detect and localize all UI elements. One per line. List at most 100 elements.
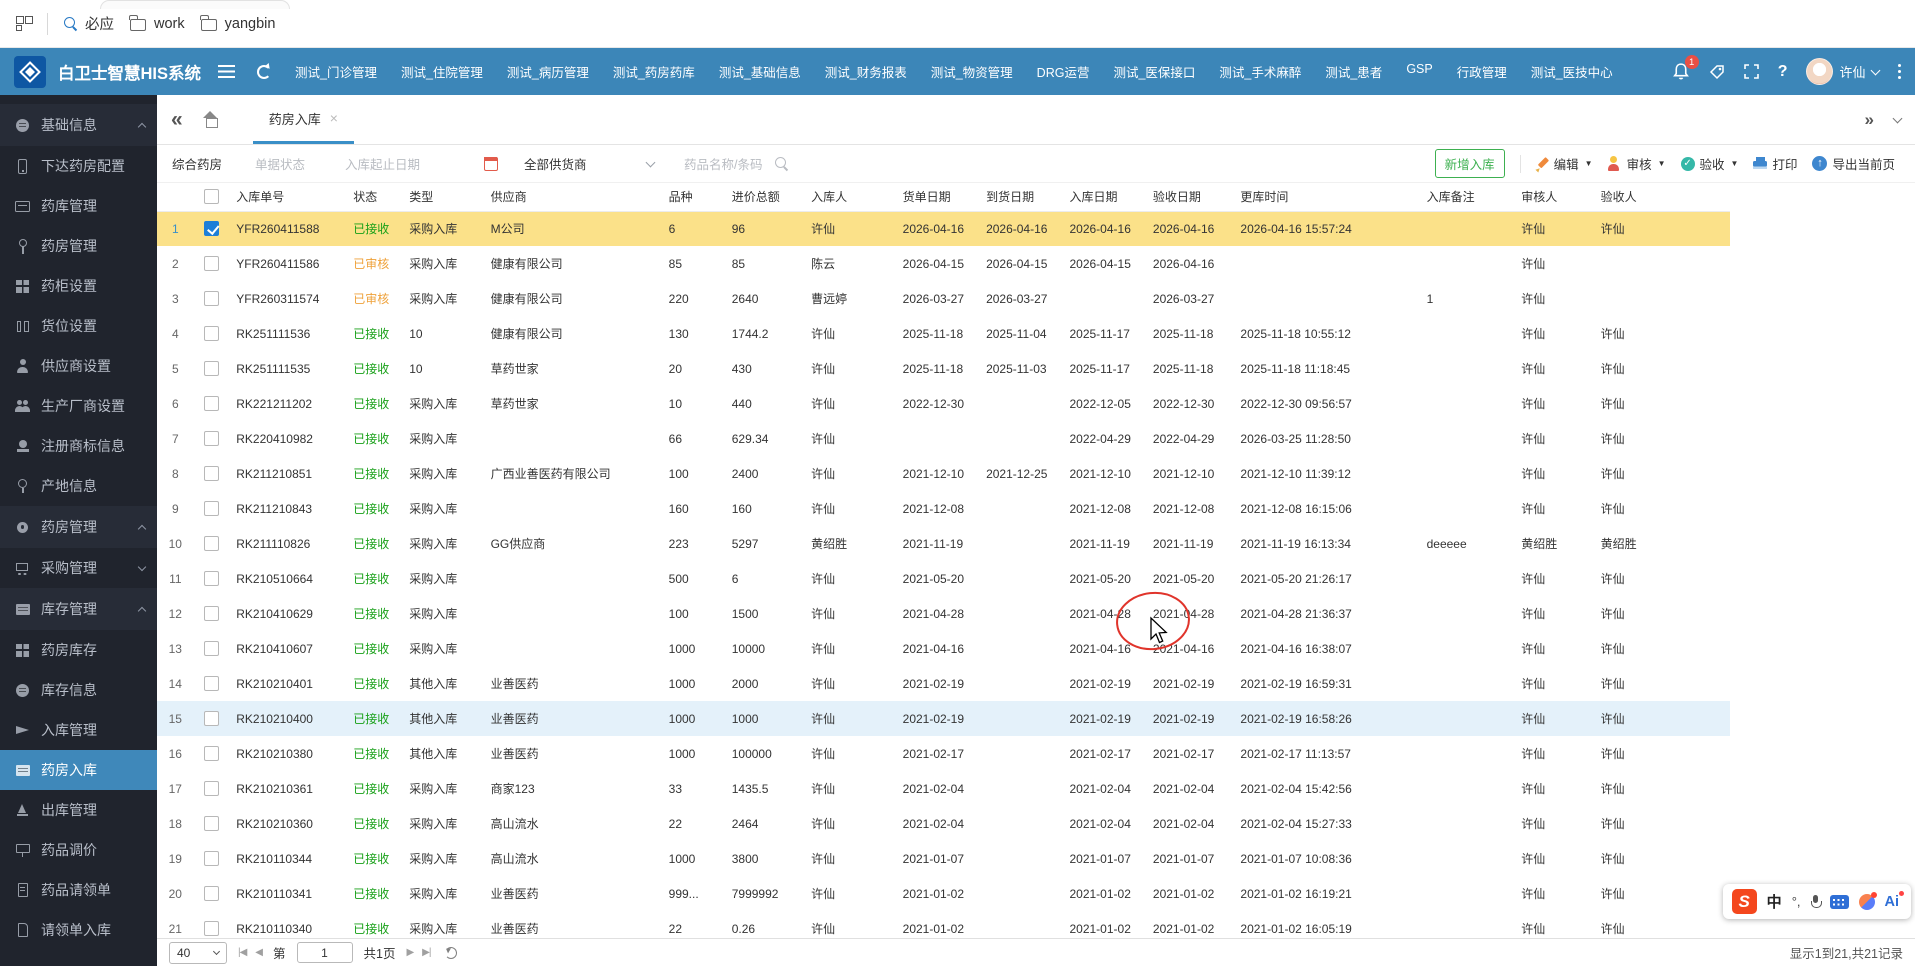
row-checkbox[interactable] bbox=[204, 711, 219, 726]
row-checkbox[interactable] bbox=[204, 781, 219, 796]
column-header[interactable]: 品种 bbox=[663, 183, 726, 211]
sidebar-item[interactable]: 药房库存 bbox=[0, 630, 157, 670]
nav-menu-item[interactable]: 测试_医技中心 bbox=[1531, 62, 1613, 81]
table-row[interactable]: 19RK210110344已接收采购入库高山流水10003800许仙2021-0… bbox=[157, 841, 1730, 876]
nav-menu-item[interactable]: 测试_药房药库 bbox=[613, 62, 695, 81]
microphone-icon[interactable] bbox=[1811, 895, 1820, 909]
select-all-checkbox[interactable] bbox=[204, 189, 219, 204]
column-header[interactable]: 入库单号 bbox=[230, 183, 347, 211]
user-menu[interactable]: 许仙 bbox=[1806, 58, 1878, 85]
table-row[interactable]: 9RK211210843已接收采购入库160160许仙2021-12-08202… bbox=[157, 491, 1730, 526]
row-checkbox[interactable] bbox=[204, 606, 219, 621]
row-checkbox[interactable] bbox=[204, 746, 219, 761]
export-button[interactable]: ↑ 导出当前页 bbox=[1812, 154, 1895, 173]
row-checkbox[interactable] bbox=[204, 221, 219, 236]
sidebar-item[interactable]: 供应商设置 bbox=[0, 346, 157, 386]
add-inbound-button[interactable]: 新增入库 bbox=[1435, 149, 1505, 178]
nav-menu-item[interactable]: 测试_基础信息 bbox=[719, 62, 801, 81]
table-row[interactable]: 11RK210510664已接收采购入库5006许仙2021-05-202021… bbox=[157, 561, 1730, 596]
apps-grid-icon[interactable] bbox=[16, 16, 31, 31]
sidebar-item[interactable]: 库存管理 bbox=[0, 588, 157, 630]
column-header[interactable]: 入库人 bbox=[805, 183, 897, 211]
supplier-select[interactable]: 全部供货商 bbox=[524, 154, 654, 173]
home-icon[interactable] bbox=[203, 112, 219, 127]
prev-page-icon[interactable]: ◀ bbox=[255, 947, 262, 958]
row-checkbox[interactable] bbox=[204, 641, 219, 656]
column-header[interactable]: 进价总额 bbox=[726, 183, 805, 211]
column-header[interactable]: 入库备注 bbox=[1421, 183, 1516, 211]
sidebar-item[interactable]: 药品请领单 bbox=[0, 870, 157, 910]
nav-menu-item[interactable]: 测试_财务报表 bbox=[825, 62, 907, 81]
notifications-button[interactable]: 1 bbox=[1672, 62, 1690, 81]
column-header[interactable]: 供应商 bbox=[485, 183, 663, 211]
table-row[interactable]: 17RK210210361已接收采购入库商家123331435.5许仙2021-… bbox=[157, 771, 1730, 806]
row-checkbox[interactable] bbox=[204, 361, 219, 376]
column-header[interactable]: 货单日期 bbox=[897, 183, 980, 211]
pharmacy-select[interactable]: 综合药房 bbox=[172, 154, 222, 173]
next-tabs-icon[interactable]: » bbox=[1865, 110, 1874, 130]
column-header[interactable]: 入库日期 bbox=[1063, 183, 1146, 211]
row-checkbox[interactable] bbox=[204, 921, 219, 936]
menu-collapse-icon[interactable] bbox=[218, 65, 235, 78]
sidebar-item[interactable]: 请领单入库 bbox=[0, 910, 157, 950]
page-size-select[interactable]: 40 bbox=[169, 942, 227, 964]
table-row[interactable]: 6RK221211202已接收采购入库草药世家10440许仙2022-12-30… bbox=[157, 386, 1730, 421]
tab-list-icon[interactable] bbox=[1893, 113, 1903, 123]
row-checkbox[interactable] bbox=[204, 571, 219, 586]
row-checkbox[interactable] bbox=[204, 501, 219, 516]
column-header[interactable]: 状态 bbox=[347, 183, 403, 211]
row-checkbox[interactable] bbox=[204, 676, 219, 691]
sidebar-item[interactable]: 药房管理 bbox=[0, 506, 157, 548]
sidebar-item[interactable]: 药品调价 bbox=[0, 830, 157, 870]
drug-search-input[interactable]: 药品名称/条码 bbox=[684, 154, 787, 173]
sidebar-item[interactable]: 药房管理 bbox=[0, 226, 157, 266]
nav-menu-item[interactable]: 测试_患者 bbox=[1325, 62, 1382, 81]
app-logo[interactable] bbox=[14, 56, 46, 88]
sidebar-item[interactable]: 采购管理 bbox=[0, 548, 157, 588]
column-header[interactable]: 到货日期 bbox=[980, 183, 1063, 211]
page-number-input[interactable]: 1 bbox=[297, 942, 353, 963]
row-checkbox[interactable] bbox=[204, 431, 219, 446]
column-header[interactable]: 审核人 bbox=[1515, 183, 1594, 211]
row-checkbox[interactable] bbox=[204, 256, 219, 271]
table-row[interactable]: 16RK210210380已接收其他入库业善医药1000100000许仙2021… bbox=[157, 736, 1730, 771]
table-row[interactable]: 20RK210110341已接收采购入库业善医药999...7999992许仙2… bbox=[157, 876, 1730, 911]
sidebar-item[interactable]: 生产厂商设置 bbox=[0, 386, 157, 426]
sidebar-item[interactable]: 药柜设置 bbox=[0, 266, 157, 306]
table-row[interactable]: 12RK210410629已接收采购入库1001500许仙2021-04-282… bbox=[157, 596, 1730, 631]
audit-button[interactable]: 审核 ▼ bbox=[1608, 154, 1666, 173]
sidebar-item[interactable]: 货位设置 bbox=[0, 306, 157, 346]
nav-menu-item[interactable]: 测试_病历管理 bbox=[507, 62, 589, 81]
sidebar-item[interactable]: 注册商标信息 bbox=[0, 426, 157, 466]
sidebar-item[interactable]: 库存信息 bbox=[0, 670, 157, 710]
table-row[interactable]: 3YFR260311574已审核采购入库健康有限公司2202640曹远婷2026… bbox=[157, 281, 1730, 316]
row-checkbox[interactable] bbox=[204, 886, 219, 901]
reload-icon[interactable] bbox=[445, 947, 457, 959]
table-row[interactable]: 8RK211210851已接收采购入库广西业善医药有限公司1002400许仙20… bbox=[157, 456, 1730, 491]
ime-punctuation-toggle[interactable]: °, bbox=[1792, 894, 1801, 909]
bookmark-folder-yangbin[interactable]: yangbin bbox=[201, 16, 276, 32]
nav-menu-item[interactable]: GSP bbox=[1406, 62, 1432, 81]
keyboard-icon[interactable] bbox=[1830, 895, 1849, 909]
row-checkbox[interactable] bbox=[204, 536, 219, 551]
table-row[interactable]: 1YFR260411588已接收采购入库M公司696许仙2026-04-1620… bbox=[157, 211, 1730, 246]
row-checkbox[interactable] bbox=[204, 466, 219, 481]
nav-menu-item[interactable]: 测试_手术麻醉 bbox=[1219, 62, 1301, 81]
print-button[interactable]: 打印 bbox=[1753, 154, 1797, 173]
last-page-icon[interactable]: ▶| bbox=[422, 947, 430, 958]
sidebar-item[interactable]: 产地信息 bbox=[0, 466, 157, 506]
nav-menu-item[interactable]: 测试_住院管理 bbox=[401, 62, 483, 81]
ime-ai-button[interactable]: Ai bbox=[1885, 894, 1900, 910]
row-checkbox[interactable] bbox=[204, 326, 219, 341]
more-options-icon[interactable] bbox=[1898, 64, 1902, 80]
sogou-logo-icon[interactable]: S bbox=[1732, 889, 1757, 914]
order-status-select[interactable]: 单据状态 bbox=[255, 154, 305, 173]
ime-skin-icon[interactable] bbox=[1859, 894, 1875, 910]
sidebar-item[interactable]: 药库管理 bbox=[0, 186, 157, 226]
table-row[interactable]: 10RK211110826已接收采购入库GG供应商2235297黄绍胜2021-… bbox=[157, 526, 1730, 561]
date-range-input[interactable]: 入库起止日期 bbox=[345, 154, 498, 173]
row-checkbox[interactable] bbox=[204, 816, 219, 831]
nav-menu-item[interactable]: 测试_医保接口 bbox=[1113, 62, 1195, 81]
tab-pharmacy-inbound[interactable]: 药房入库 × bbox=[253, 95, 354, 144]
tag-button[interactable] bbox=[1709, 64, 1725, 80]
